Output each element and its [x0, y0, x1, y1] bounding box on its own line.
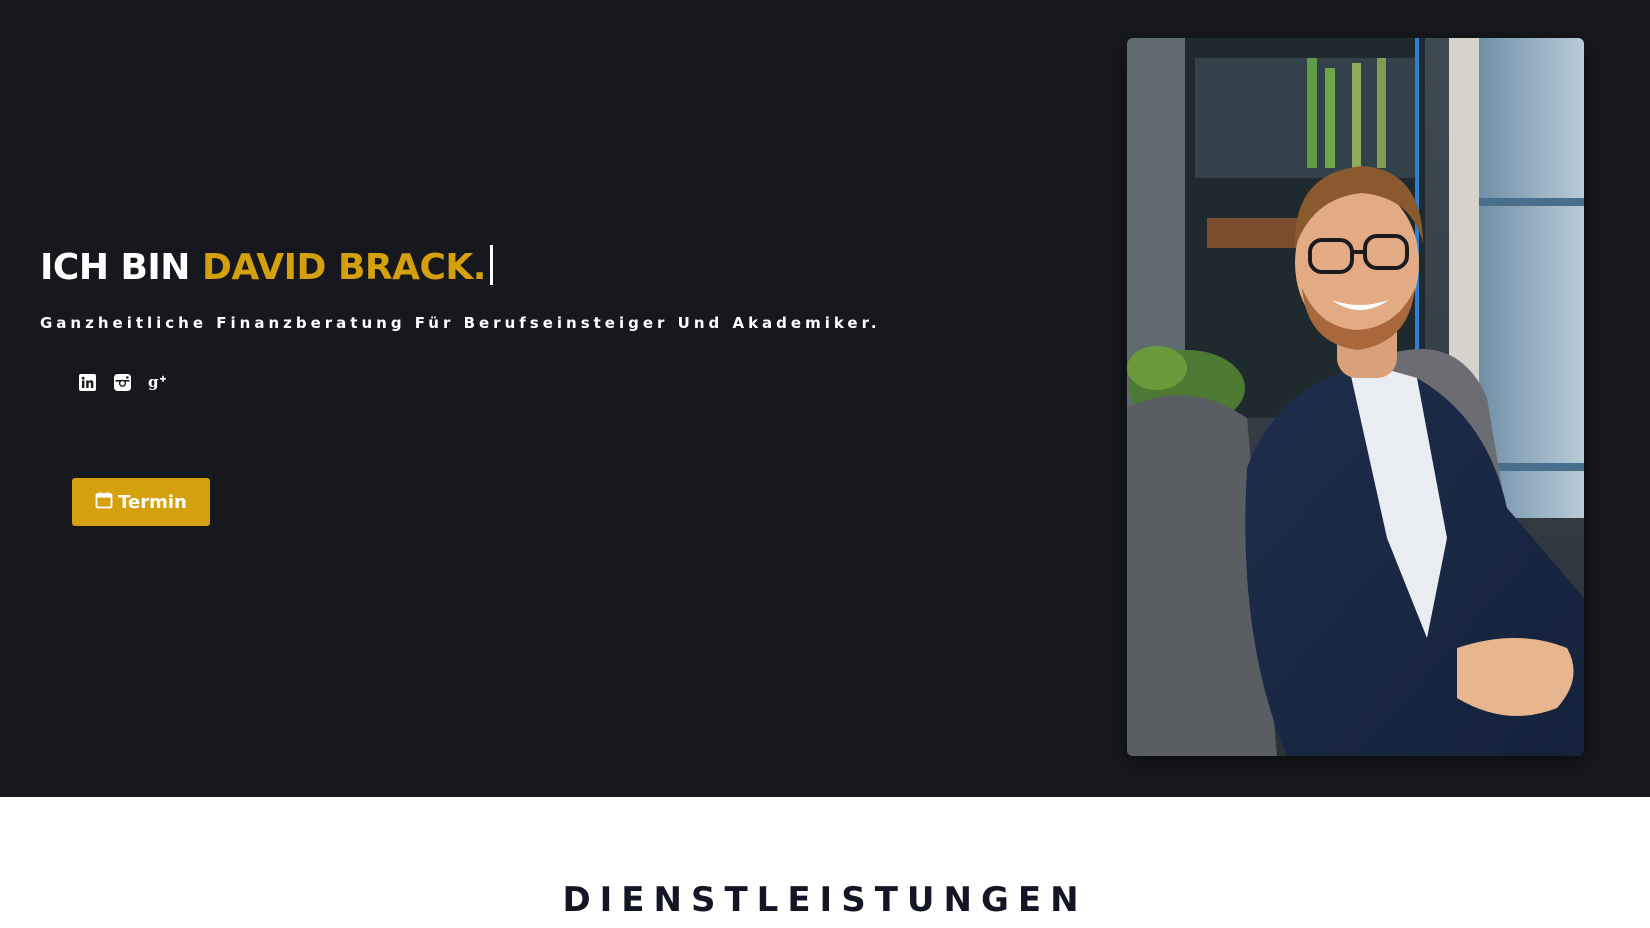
termin-button[interactable]: Termin	[72, 478, 210, 526]
termin-button-label: Termin	[118, 491, 187, 513]
services-title: DIENSTLEISTUNGEN	[562, 880, 1088, 920]
calendar-icon	[95, 491, 113, 514]
headline-name: DAVID BRACK.	[201, 247, 487, 288]
typing-cursor	[489, 245, 493, 285]
linkedin-link[interactable]	[78, 373, 97, 392]
linkedin-icon	[79, 374, 96, 391]
portrait-photo	[1127, 38, 1584, 756]
google-plus-icon: g	[148, 374, 168, 391]
headline-prefix: ICH BIN	[40, 247, 202, 288]
instagram-link[interactable]	[113, 373, 132, 392]
google-plus-link[interactable]: g	[148, 373, 167, 392]
hero-section: ICH BIN DAVID BRACK. Ganzheitliche Finan…	[0, 0, 1650, 797]
hero-subtitle: Ganzheitliche Finanzberatung Für Berufse…	[40, 314, 881, 332]
social-links: g	[78, 373, 167, 392]
instagram-icon	[114, 374, 131, 391]
svg-text:g: g	[148, 374, 159, 391]
hero-headline: ICH BIN DAVID BRACK.	[40, 240, 493, 296]
